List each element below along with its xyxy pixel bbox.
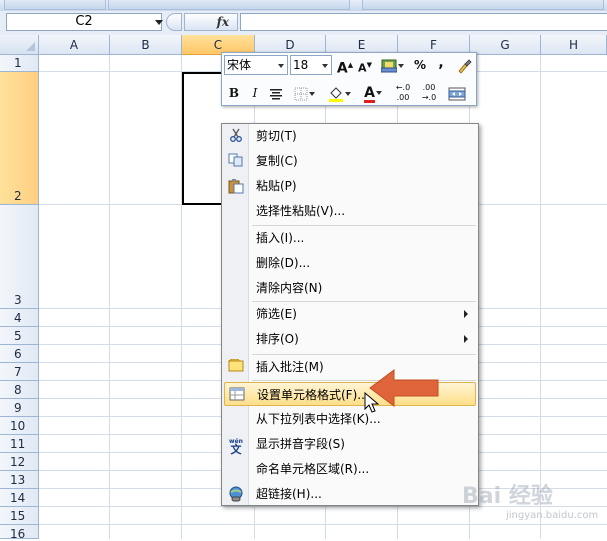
font-color-button[interactable]: A xyxy=(358,83,388,103)
formula-bar: C2 fx xyxy=(0,11,607,36)
row-header-1[interactable]: 1 xyxy=(0,55,39,72)
row-header-9[interactable]: 9 xyxy=(0,399,39,417)
chevron-down-icon xyxy=(308,91,315,96)
menu-item-insert[interactable]: 插入(I)... xyxy=(224,226,476,250)
chevron-down-icon xyxy=(278,64,284,68)
paintbrush-icon xyxy=(458,58,472,74)
ribbon-group-alignment[interactable] xyxy=(362,0,604,10)
menu-item-pick-from-list[interactable]: 从下拉列表中选择(K)... xyxy=(224,407,476,431)
row-header-12[interactable]: 12 xyxy=(0,453,39,471)
phonetic-icon: wén 文 xyxy=(229,438,243,456)
row-header-10[interactable]: 10 xyxy=(0,417,39,435)
menu-item-paste-special[interactable]: 选择性粘贴(V)... xyxy=(224,199,476,223)
chevron-down-icon xyxy=(397,63,404,68)
paint-bucket-icon xyxy=(328,86,343,102)
fx-icon: fx xyxy=(216,15,229,29)
format-cells-icon xyxy=(228,387,246,403)
menu-item-copy[interactable]: 复制(C) xyxy=(224,149,476,173)
font-size-select[interactable]: 18 xyxy=(290,55,332,75)
menu-item-define-name[interactable]: 命名单元格区域(R)... xyxy=(224,457,476,481)
borders-button[interactable] xyxy=(290,83,318,103)
menu-item-hyperlink[interactable]: 超链接(H)... xyxy=(224,482,476,506)
scissors-icon xyxy=(227,128,245,144)
row-header-15[interactable]: 15 xyxy=(0,507,39,525)
menu-item-filter[interactable]: 筛选(E) xyxy=(224,302,476,326)
grow-font-button[interactable]: A▲ xyxy=(336,55,354,77)
font-name-select[interactable]: 宋体 xyxy=(224,55,288,75)
fill-color-button[interactable] xyxy=(324,83,354,103)
watermark-url: jingyan.baidu.com xyxy=(506,510,599,521)
paste-icon xyxy=(227,178,245,194)
submenu-arrow-icon xyxy=(464,335,468,343)
mini-toolbar: 宋体 18 A▲ A▼ % , B I A ←.0 .00 .00 →.0 xyxy=(221,52,477,106)
submenu-arrow-icon xyxy=(464,310,468,318)
row-header-13[interactable]: 13 xyxy=(0,471,39,489)
mouse-cursor-icon xyxy=(364,392,380,413)
formula-bar-resize-handle[interactable] xyxy=(166,13,182,31)
select-all-icon xyxy=(26,42,35,51)
menu-item-clear-contents[interactable]: 清除内容(N) xyxy=(224,276,476,300)
accounting-format-icon xyxy=(380,59,397,72)
chevron-down-icon xyxy=(344,91,351,96)
shrink-font-button[interactable]: A▼ xyxy=(356,55,374,75)
italic-button[interactable]: I xyxy=(246,83,264,103)
row-header-8[interactable]: 8 xyxy=(0,381,39,399)
name-box-value: C2 xyxy=(75,14,93,29)
grid-line xyxy=(39,524,607,525)
column-header-b[interactable]: B xyxy=(110,35,182,55)
format-painter-button[interactable] xyxy=(454,55,474,75)
row-header-2[interactable]: 2 xyxy=(0,72,39,205)
borders-icon xyxy=(294,87,307,100)
row-header-6[interactable]: 6 xyxy=(0,345,39,363)
watermark: Bai 经验 xyxy=(462,484,553,509)
column-header-a[interactable]: A xyxy=(39,35,110,55)
grid-line xyxy=(109,55,110,539)
menu-item-paste[interactable]: 粘贴(P) xyxy=(224,174,476,198)
percent-style-button[interactable]: % xyxy=(412,55,428,75)
row-header-11[interactable]: 11 xyxy=(0,435,39,453)
select-all-button[interactable] xyxy=(0,35,39,55)
increase-decimal-button[interactable]: ←.0.00 xyxy=(392,83,414,103)
column-header-g[interactable]: G xyxy=(470,35,541,55)
chevron-down-icon[interactable] xyxy=(155,20,163,25)
comma-style-button[interactable]: , xyxy=(434,53,448,73)
chevron-down-icon xyxy=(375,91,382,95)
insert-function-button[interactable]: fx xyxy=(184,13,238,31)
row-header-5[interactable]: 5 xyxy=(0,327,39,345)
bold-button[interactable]: B xyxy=(225,83,243,103)
row-header-16[interactable]: 16 xyxy=(0,525,39,541)
center-align-button[interactable] xyxy=(266,83,286,103)
row-header-3[interactable]: 3 xyxy=(0,205,39,309)
row-header-7[interactable]: 7 xyxy=(0,363,39,381)
copy-icon xyxy=(227,153,245,169)
merge-cells-icon xyxy=(448,87,466,100)
merge-center-button[interactable] xyxy=(444,83,470,103)
menu-item-show-phonetic[interactable]: wén 文 显示拼音字段(S) xyxy=(224,432,476,456)
menu-separator xyxy=(252,380,476,381)
decrease-decimal-button[interactable]: .00 →.0 xyxy=(418,83,440,103)
context-menu: 剪切(T) 复制(C) 粘贴(P) 选择性粘贴(V)... 插入(I)... 删… xyxy=(221,123,479,506)
chevron-down-icon xyxy=(322,64,328,68)
menu-item-sort[interactable]: 排序(O) xyxy=(224,327,476,351)
column-header-h[interactable]: H xyxy=(541,35,607,55)
row-header-14[interactable]: 14 xyxy=(0,489,39,507)
align-center-icon xyxy=(270,88,282,99)
accounting-format-button[interactable] xyxy=(378,55,406,75)
row-header-4[interactable]: 4 xyxy=(0,309,39,327)
comment-icon xyxy=(227,358,245,375)
name-box[interactable]: C2 xyxy=(6,13,163,31)
ribbon-group-font[interactable] xyxy=(108,0,350,10)
hyperlink-icon xyxy=(227,486,245,502)
formula-input[interactable] xyxy=(240,13,607,31)
menu-item-cut[interactable]: 剪切(T) xyxy=(224,124,476,148)
menu-item-delete[interactable]: 删除(D)... xyxy=(224,251,476,275)
grid-line xyxy=(540,55,541,539)
ribbon-group-clipboard[interactable] xyxy=(4,0,106,10)
